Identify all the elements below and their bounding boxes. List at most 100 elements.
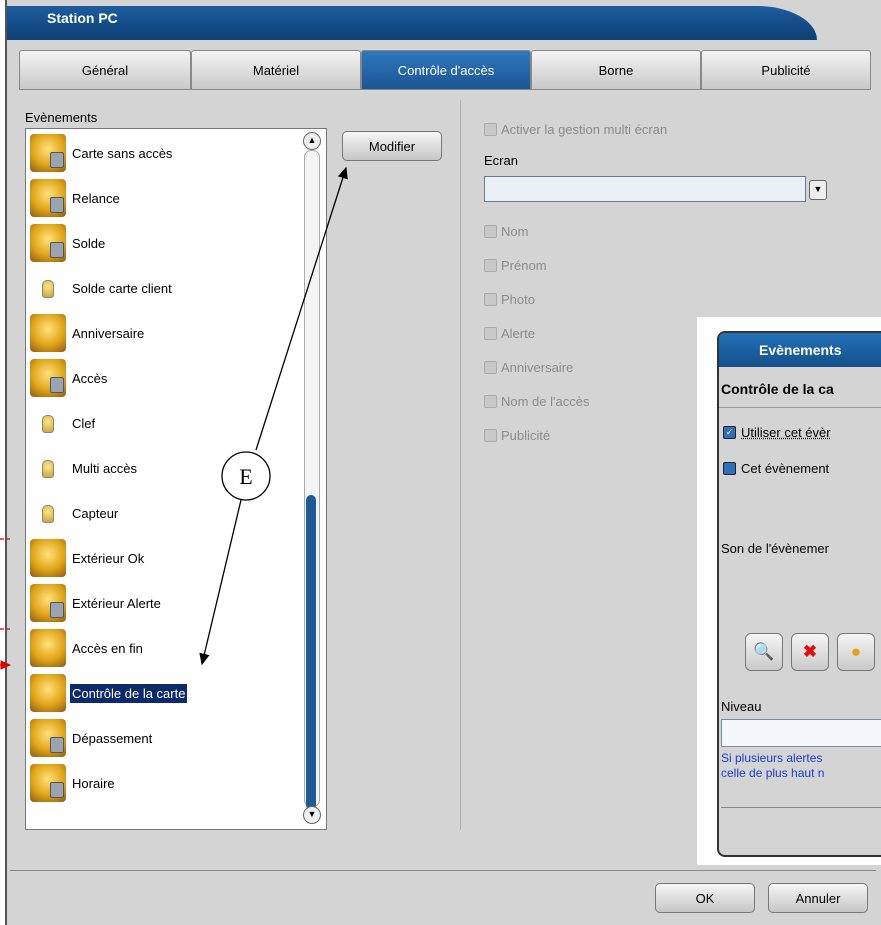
- display-option-checkbox[interactable]: Nom: [484, 224, 528, 239]
- display-option-checkbox[interactable]: Alerte: [484, 326, 535, 341]
- level-label: Niveau: [721, 699, 762, 714]
- checkbox-icon: [484, 429, 497, 442]
- display-option-label: Prénom: [501, 258, 547, 273]
- small-bulb-icon: [26, 401, 70, 446]
- display-option-label: Alerte: [501, 326, 535, 341]
- popup-title: Evènements: [759, 342, 842, 358]
- cancel-button[interactable]: Annuler: [768, 883, 868, 913]
- display-option-label: Publicité: [501, 428, 551, 443]
- multi-screen-label: Activer la gestion multi écran: [501, 122, 668, 137]
- delete-icon[interactable]: ✖: [791, 633, 829, 671]
- event-item-label: Solde: [72, 236, 106, 251]
- event-list-item[interactable]: Solde: [26, 221, 309, 266]
- event-item-label: Solde carte client: [72, 281, 172, 296]
- tab-strip: Général Matériel Contrôle d'accès Borne …: [19, 50, 874, 90]
- tab-borne[interactable]: Borne: [531, 50, 701, 90]
- display-option-checkbox[interactable]: Photo: [484, 292, 535, 307]
- popup-subtitle: Contrôle de la ca: [721, 381, 834, 397]
- chevron-down-icon[interactable]: ▼: [809, 180, 827, 200]
- event-list-item[interactable]: Relance: [26, 176, 309, 221]
- checkbox-icon: [484, 327, 497, 340]
- title-bar-band: [7, 6, 817, 40]
- screen-select[interactable]: ▼: [484, 176, 827, 202]
- lock-bulb-icon: [26, 581, 70, 626]
- popup-divider: [721, 807, 881, 808]
- small-bulb-icon: [26, 491, 70, 536]
- event-list-item[interactable]: Multi accès: [26, 446, 309, 491]
- lock-bulb-icon: [26, 761, 70, 806]
- display-option-checkbox[interactable]: Nom de l'accès: [484, 394, 589, 409]
- bulb-icon: [26, 671, 70, 716]
- multi-screen-checkbox[interactable]: Activer la gestion multi écran: [484, 122, 667, 137]
- bulb-icon: [26, 536, 70, 581]
- display-option-checkbox[interactable]: Publicité: [484, 428, 550, 443]
- event-item-label: Contrôle de la carte: [70, 684, 188, 703]
- use-event-checkbox[interactable]: ✓ Utiliser cet évèr: [723, 425, 831, 440]
- sound-label: Son de l'évènemer: [721, 541, 829, 556]
- event-list-item[interactable]: Contrôle de la carte: [26, 671, 309, 716]
- event-list-item[interactable]: Clef: [26, 401, 309, 446]
- panel-divider: [460, 100, 461, 830]
- use-event-label: Utiliser cet évèr: [741, 425, 831, 440]
- tab-controle-acces[interactable]: Contrôle d'accès: [361, 50, 531, 90]
- event-list-item[interactable]: Accès en fin: [26, 626, 309, 671]
- tab-general[interactable]: Général: [19, 50, 191, 90]
- event-list-item[interactable]: Dépassement: [26, 716, 309, 761]
- event-item-label: Extérieur Alerte: [72, 596, 161, 611]
- checkbox-icon: [484, 123, 497, 136]
- lock-bulb-icon: [26, 221, 70, 266]
- event-item-label: Capteur: [72, 506, 119, 521]
- event-item-label: Dépassement: [72, 731, 153, 746]
- event-list-item[interactable]: Horaire: [26, 761, 309, 806]
- scroll-down-icon[interactable]: ▼: [303, 806, 321, 824]
- display-option-label: Photo: [501, 292, 535, 307]
- event-list-item[interactable]: Extérieur Ok: [26, 536, 309, 581]
- popup-subtitle-bar: Contrôle de la ca: [719, 367, 881, 408]
- screen-label: Ecran: [484, 153, 518, 168]
- lock-bulb-icon: [26, 176, 70, 221]
- event-item-label: Horaire: [72, 776, 115, 791]
- footer-divider: [10, 870, 876, 871]
- events-scrollbar[interactable]: ▲ ▼: [302, 130, 321, 825]
- checkbox-icon: [484, 259, 497, 272]
- event-list-item[interactable]: Capteur: [26, 491, 309, 536]
- tab-publicite[interactable]: Publicité: [701, 50, 871, 90]
- checkbox-icon: [484, 395, 497, 408]
- lock-bulb-icon: [26, 356, 70, 401]
- checkbox-icon: [484, 225, 497, 238]
- event-item-label: Carte sans accès: [72, 146, 173, 161]
- checkbox-icon: [723, 462, 736, 475]
- modify-button[interactable]: Modifier: [342, 131, 442, 161]
- events-list[interactable]: Carte sans accès Relance Solde Solde carte …: [25, 128, 327, 830]
- display-option-checkbox[interactable]: Anniversaire: [484, 360, 573, 375]
- event-list-item[interactable]: Solde carte client: [26, 266, 309, 311]
- play-sound-icon[interactable]: ●: [837, 633, 875, 671]
- bulb-icon: [26, 311, 70, 356]
- checkbox-icon: [484, 293, 497, 306]
- small-bulb-icon: [26, 446, 70, 491]
- display-option-label: Nom de l'accès: [501, 394, 590, 409]
- window-title: Station PC: [47, 10, 118, 26]
- binoculars-icon[interactable]: 🔍: [745, 633, 783, 671]
- popup-window: Evènements Contrôle de la ca ✓ Utiliser …: [717, 331, 881, 857]
- event-list-item[interactable]: Carte sans accès: [26, 131, 309, 176]
- event-flag-checkbox[interactable]: Cet évènement: [723, 461, 829, 476]
- event-item-label: Clef: [72, 416, 96, 431]
- scroll-up-icon[interactable]: ▲: [303, 132, 321, 150]
- display-option-checkbox[interactable]: Prénom: [484, 258, 547, 273]
- tab-materiel[interactable]: Matériel: [191, 50, 361, 90]
- event-list-item[interactable]: Anniversaire: [26, 311, 309, 356]
- display-option-label: Nom: [501, 224, 529, 239]
- scroll-thumb[interactable]: [306, 495, 316, 810]
- event-item-label: Extérieur Ok: [72, 551, 145, 566]
- event-item-label: Accès: [72, 371, 108, 386]
- ok-button[interactable]: OK: [655, 883, 755, 913]
- alert-note: Si plusieurs alertes celle de plus haut …: [721, 751, 881, 781]
- event-item-label: Anniversaire: [72, 326, 145, 341]
- lock-bulb-icon: [26, 716, 70, 761]
- event-list-item[interactable]: Extérieur Alerte: [26, 581, 309, 626]
- level-field[interactable]: [721, 719, 881, 747]
- small-bulb-icon: [26, 266, 70, 311]
- event-list-item[interactable]: Accès: [26, 356, 309, 401]
- display-option-label: Anniversaire: [501, 360, 574, 375]
